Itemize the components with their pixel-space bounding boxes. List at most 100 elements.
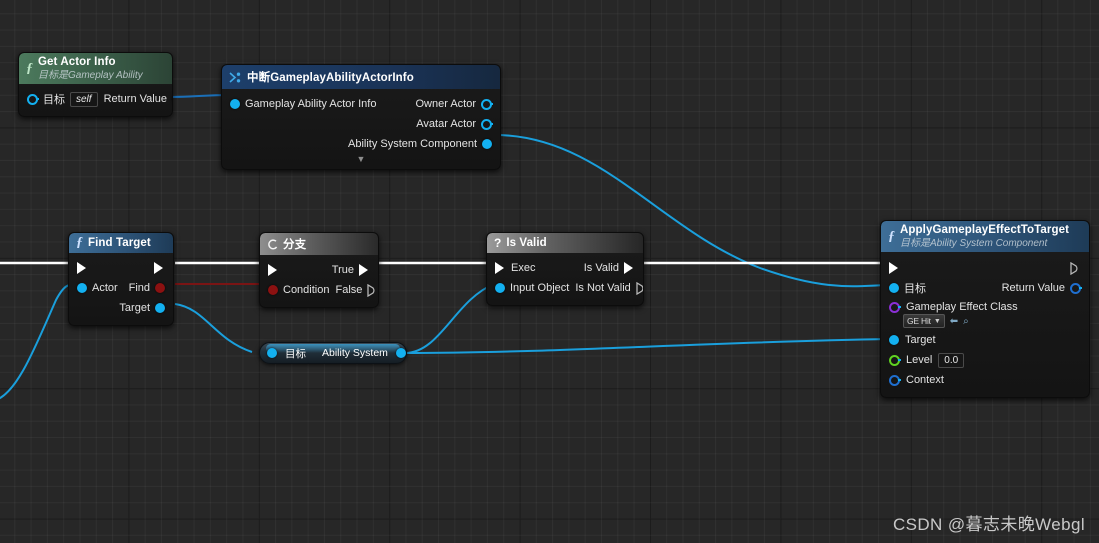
pin-row: Ability System Component — [222, 134, 500, 154]
pin-row: Context — [881, 370, 1089, 390]
node-body: Gameplay Ability Actor Info Owner Actor … — [222, 89, 500, 169]
node-header: 中断GameplayAbilityActorInfo — [222, 65, 500, 89]
blueprint-graph-canvas[interactable]: ƒ Get Actor Info 目标是Gameplay Ability 目标 … — [0, 0, 1099, 543]
bool-pin-find[interactable] — [155, 283, 165, 293]
exec-pin-out[interactable] — [1070, 261, 1081, 275]
object-ref-pin-avatar-actor[interactable] — [481, 118, 492, 130]
function-icon: ƒ — [76, 235, 83, 250]
struct-pin-context[interactable] — [889, 374, 900, 386]
pin-label-owner-actor: Owner Actor — [415, 98, 476, 110]
pin-row: Avatar Actor — [222, 114, 500, 134]
object-ref-pin-target[interactable] — [27, 93, 38, 105]
break-struct-icon — [229, 71, 242, 83]
pin-label-input-object: Input Object — [510, 282, 570, 294]
pin-row: Exec Is Valid — [487, 258, 643, 278]
pin-label-target: Target — [119, 302, 150, 314]
pin-row — [881, 258, 1089, 278]
node-title: Get Actor Info — [38, 56, 116, 68]
node-title: 中断GameplayAbilityActorInfo — [247, 72, 414, 84]
node-subtitle: 目标是Gameplay Ability — [38, 69, 143, 81]
object-pin-in[interactable] — [267, 348, 277, 358]
function-icon: ƒ — [26, 60, 33, 76]
exec-pin-is-not-valid[interactable] — [636, 281, 643, 295]
watermark-text: CSDN @暮志未晚Webgl — [892, 515, 1085, 534]
pin-row: True — [260, 260, 378, 280]
node-apply-gameplay-effect-to-target[interactable]: ƒ ApplyGameplayEffectToTarget 目标是Ability… — [880, 220, 1090, 399]
pin-label-condition: Condition — [283, 284, 330, 296]
node-expander-arrow[interactable]: ▼ — [222, 154, 500, 167]
node-is-valid[interactable]: ? Is Valid Exec Is Valid Input Object Is… — [486, 232, 644, 306]
object-pin-actor[interactable] — [77, 283, 87, 293]
exec-pin-in[interactable] — [495, 261, 506, 275]
pin-label-false: False — [335, 284, 363, 296]
pin-label-target: 目标 — [43, 94, 65, 107]
exec-pin-in[interactable] — [77, 261, 88, 275]
object-pin-out[interactable] — [395, 348, 406, 358]
pin-row: 目标 self Return Value — [19, 89, 172, 109]
node-branch[interactable]: 分支 True Condition False — [259, 232, 379, 308]
object-pin-target-self[interactable] — [889, 283, 899, 294]
branch-icon — [267, 238, 278, 250]
pin-label-target-self: 目标 — [904, 283, 926, 296]
target-value-field[interactable]: self — [70, 91, 98, 107]
level-value-field[interactable]: 0.0 — [938, 352, 965, 368]
bool-pin-condition[interactable] — [268, 285, 278, 295]
object-pin-ability-system-component[interactable] — [482, 139, 492, 149]
object-ref-pin-owner-actor[interactable] — [481, 98, 492, 110]
pin-row: Level 0.0 — [881, 350, 1089, 370]
node-break-gameplay-ability-actor-info[interactable]: 中断GameplayAbilityActorInfo Gameplay Abil… — [221, 64, 501, 170]
object-pin-target[interactable] — [889, 335, 899, 346]
node-title: Is Valid — [506, 237, 547, 249]
pin-row: Target — [881, 330, 1089, 350]
object-pin-target[interactable] — [155, 303, 165, 313]
exec-pin-out[interactable] — [154, 261, 165, 275]
pin-label-find: Find — [128, 282, 150, 294]
gameplay-effect-class-picker[interactable]: GE Hit ▼ ⬅ ⌕ — [881, 314, 1089, 330]
pin-label-ability-system-component: Ability System Component — [348, 138, 477, 150]
pin-label-gameplay-effect-class: Gameplay Effect Class — [906, 301, 1018, 314]
asset-name: GE Hit — [907, 316, 931, 327]
pin-label-context: Context — [906, 374, 944, 387]
pin-label-target: Target — [905, 334, 936, 347]
node-header: ƒ Find Target — [69, 233, 173, 253]
struct-pin-return-value[interactable] — [171, 94, 172, 105]
reroute-left-label: 目标 — [285, 347, 306, 360]
pin-label-level: Level — [906, 354, 933, 367]
pin-row: Input Object Is Not Valid — [487, 278, 643, 298]
asset-dropdown[interactable]: GE Hit ▼ — [903, 314, 945, 329]
node-body: Actor Find Target — [69, 253, 173, 325]
node-body: 目标 Return Value Gameplay Effect Class GE… — [881, 252, 1089, 397]
exec-pin-false[interactable] — [367, 283, 378, 297]
pin-row: Actor Find — [69, 278, 173, 298]
struct-pin-actor-info[interactable] — [230, 99, 240, 109]
exec-pin-true[interactable] — [359, 263, 370, 277]
chevron-down-icon: ▼ — [933, 317, 941, 325]
node-find-target[interactable]: ƒ Find Target Actor Find Target — [68, 232, 174, 326]
node-title: Find Target — [88, 237, 151, 249]
exec-pin-is-valid[interactable] — [624, 261, 635, 275]
object-ref-pin-return-value[interactable] — [1070, 282, 1081, 294]
reroute-right-label: Ability System — [322, 347, 388, 359]
pin-label-avatar-actor: Avatar Actor — [416, 118, 476, 130]
node-body: True Condition False — [260, 255, 378, 307]
pin-row: 目标 Return Value — [881, 278, 1089, 298]
pin-row — [69, 258, 173, 278]
node-reroute-ability-system[interactable]: 目标 Ability System — [259, 342, 407, 364]
use-selected-asset-icon[interactable]: ⬅ — [950, 316, 958, 327]
pin-label-return-value: Return Value — [103, 93, 167, 106]
node-body: Exec Is Valid Input Object Is Not Valid — [487, 253, 643, 305]
browse-asset-icon[interactable]: ⌕ — [963, 316, 969, 327]
node-body: 目标 self Return Value — [19, 84, 172, 116]
node-title: 分支 — [283, 239, 307, 251]
exec-pin-in[interactable] — [268, 263, 279, 277]
class-pin-gameplay-effect-class[interactable] — [889, 301, 900, 313]
exec-pin-in[interactable] — [889, 261, 900, 275]
float-pin-level[interactable] — [889, 354, 900, 366]
object-pin-input-object[interactable] — [495, 283, 505, 293]
pin-label-is-not-valid: Is Not Valid — [575, 282, 631, 294]
node-header: ƒ ApplyGameplayEffectToTarget 目标是Ability… — [881, 221, 1089, 253]
pin-label-actor-info: Gameplay Ability Actor Info — [245, 98, 377, 110]
node-get-actor-info[interactable]: ƒ Get Actor Info 目标是Gameplay Ability 目标 … — [18, 52, 173, 118]
function-icon: ƒ — [888, 228, 895, 244]
pin-label-is-valid: Is Valid — [583, 262, 619, 274]
